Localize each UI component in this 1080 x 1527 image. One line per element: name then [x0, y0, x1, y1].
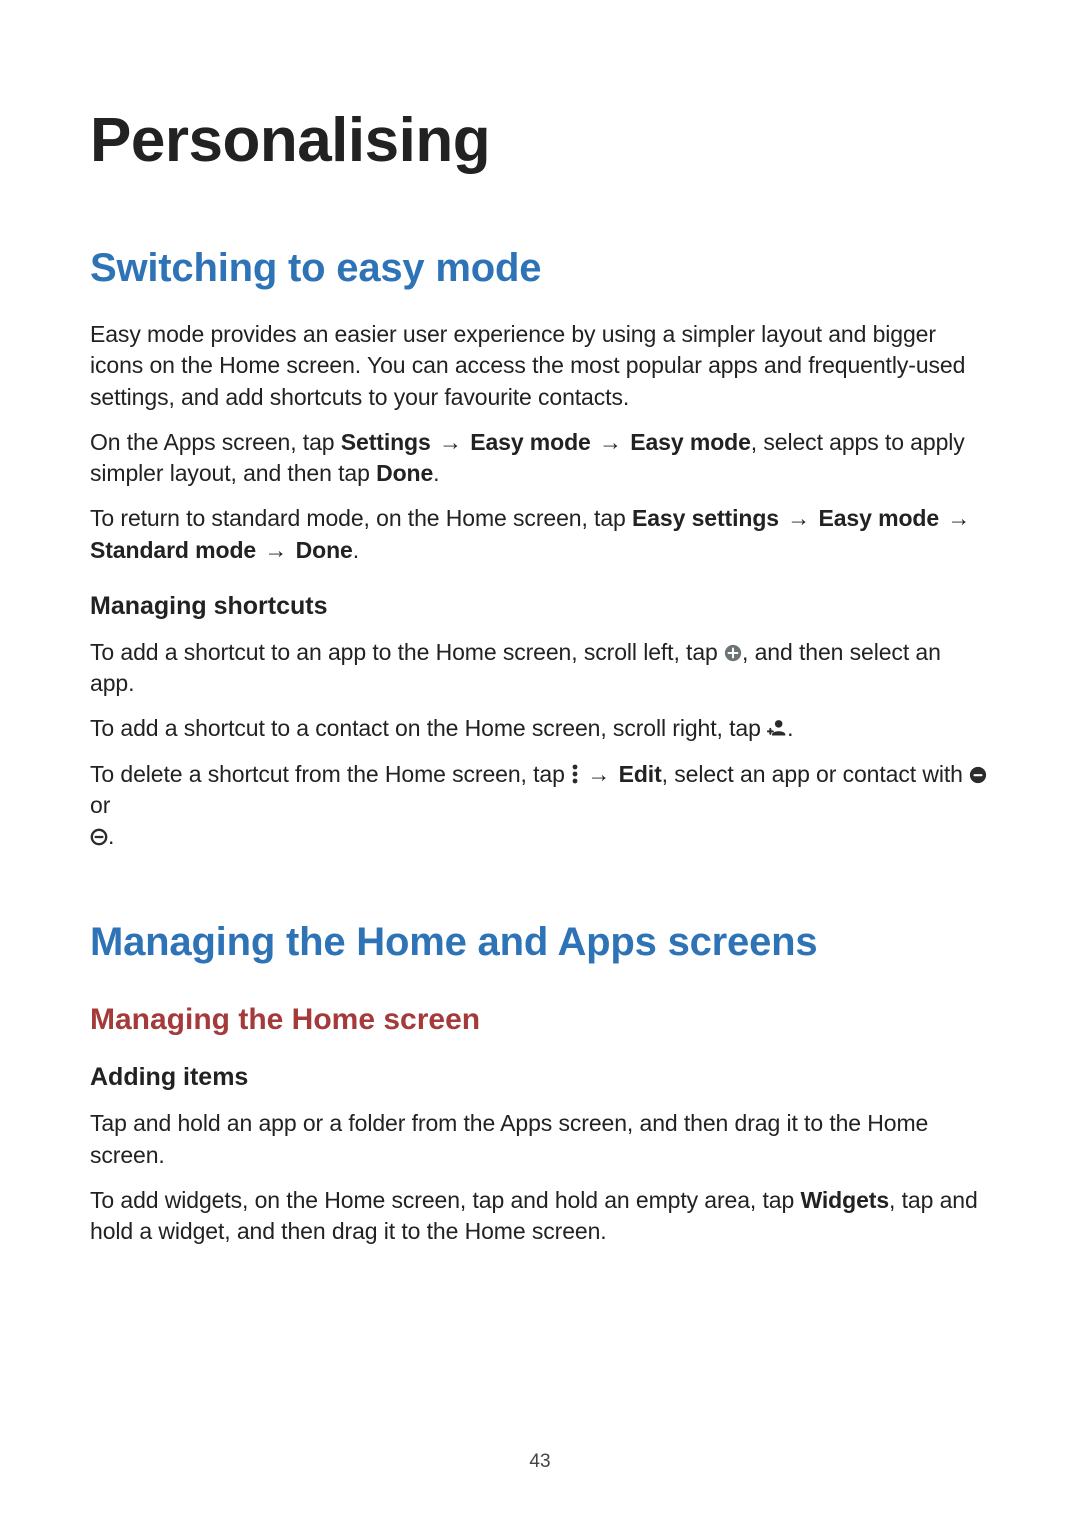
- text: .: [108, 823, 114, 849]
- bold-text: Edit: [619, 761, 662, 787]
- arrow-icon: →: [437, 427, 464, 458]
- minus-circle-outline-icon: [90, 828, 108, 846]
- section-heading-managing-screens: Managing the Home and Apps screens: [90, 920, 990, 965]
- minor-heading-managing-shortcuts: Managing shortcuts: [90, 592, 990, 621]
- paragraph: To add a shortcut to a contact on the Ho…: [90, 713, 990, 744]
- subsection-heading-home-screen: Managing the Home screen: [90, 1003, 990, 1037]
- paragraph: To return to standard mode, on the Home …: [90, 503, 990, 566]
- text: , select an app or contact with: [662, 761, 969, 787]
- text: or: [90, 792, 110, 818]
- paragraph: To add widgets, on the Home screen, tap …: [90, 1185, 990, 1248]
- text: .: [353, 537, 359, 563]
- plus-circle-icon: [724, 644, 742, 662]
- text: To add a shortcut to an app to the Home …: [90, 639, 724, 665]
- bold-text: Easy mode: [630, 429, 751, 455]
- add-contact-icon: [767, 718, 787, 738]
- bold-text: Easy mode: [819, 505, 940, 531]
- bold-text: Easy mode: [470, 429, 591, 455]
- bold-text: Done: [296, 537, 353, 563]
- document-page: Personalising Switching to easy mode Eas…: [0, 0, 1080, 1527]
- bold-text: Settings: [341, 429, 431, 455]
- paragraph: To delete a shortcut from the Home scree…: [90, 759, 990, 853]
- minor-heading-adding-items: Adding items: [90, 1063, 990, 1092]
- minus-circle-filled-icon: [969, 766, 987, 784]
- text: To add widgets, on the Home screen, tap …: [90, 1187, 800, 1213]
- text: .: [433, 460, 439, 486]
- paragraph: Easy mode provides an easier user experi…: [90, 319, 990, 413]
- section-heading-easy-mode: Switching to easy mode: [90, 246, 990, 291]
- bold-text: Easy settings: [632, 505, 779, 531]
- page-number: 43: [0, 1451, 1080, 1473]
- arrow-icon: →: [597, 427, 624, 458]
- arrow-icon: →: [785, 503, 812, 534]
- text: On the Apps screen, tap: [90, 429, 341, 455]
- text: To add a shortcut to a contact on the Ho…: [90, 715, 767, 741]
- bold-text: Done: [376, 460, 433, 486]
- text: .: [787, 715, 793, 741]
- arrow-icon: →: [585, 759, 612, 790]
- bold-text: Standard mode: [90, 537, 256, 563]
- arrow-icon: →: [262, 535, 289, 566]
- paragraph: Tap and hold an app or a folder from the…: [90, 1108, 990, 1171]
- arrow-icon: →: [945, 503, 972, 534]
- more-options-icon: [571, 764, 579, 784]
- text: To delete a shortcut from the Home scree…: [90, 761, 571, 787]
- paragraph: On the Apps screen, tap Settings → Easy …: [90, 427, 990, 490]
- page-title: Personalising: [90, 105, 990, 176]
- text: To return to standard mode, on the Home …: [90, 505, 632, 531]
- bold-text: Widgets: [800, 1187, 889, 1213]
- paragraph: To add a shortcut to an app to the Home …: [90, 637, 990, 700]
